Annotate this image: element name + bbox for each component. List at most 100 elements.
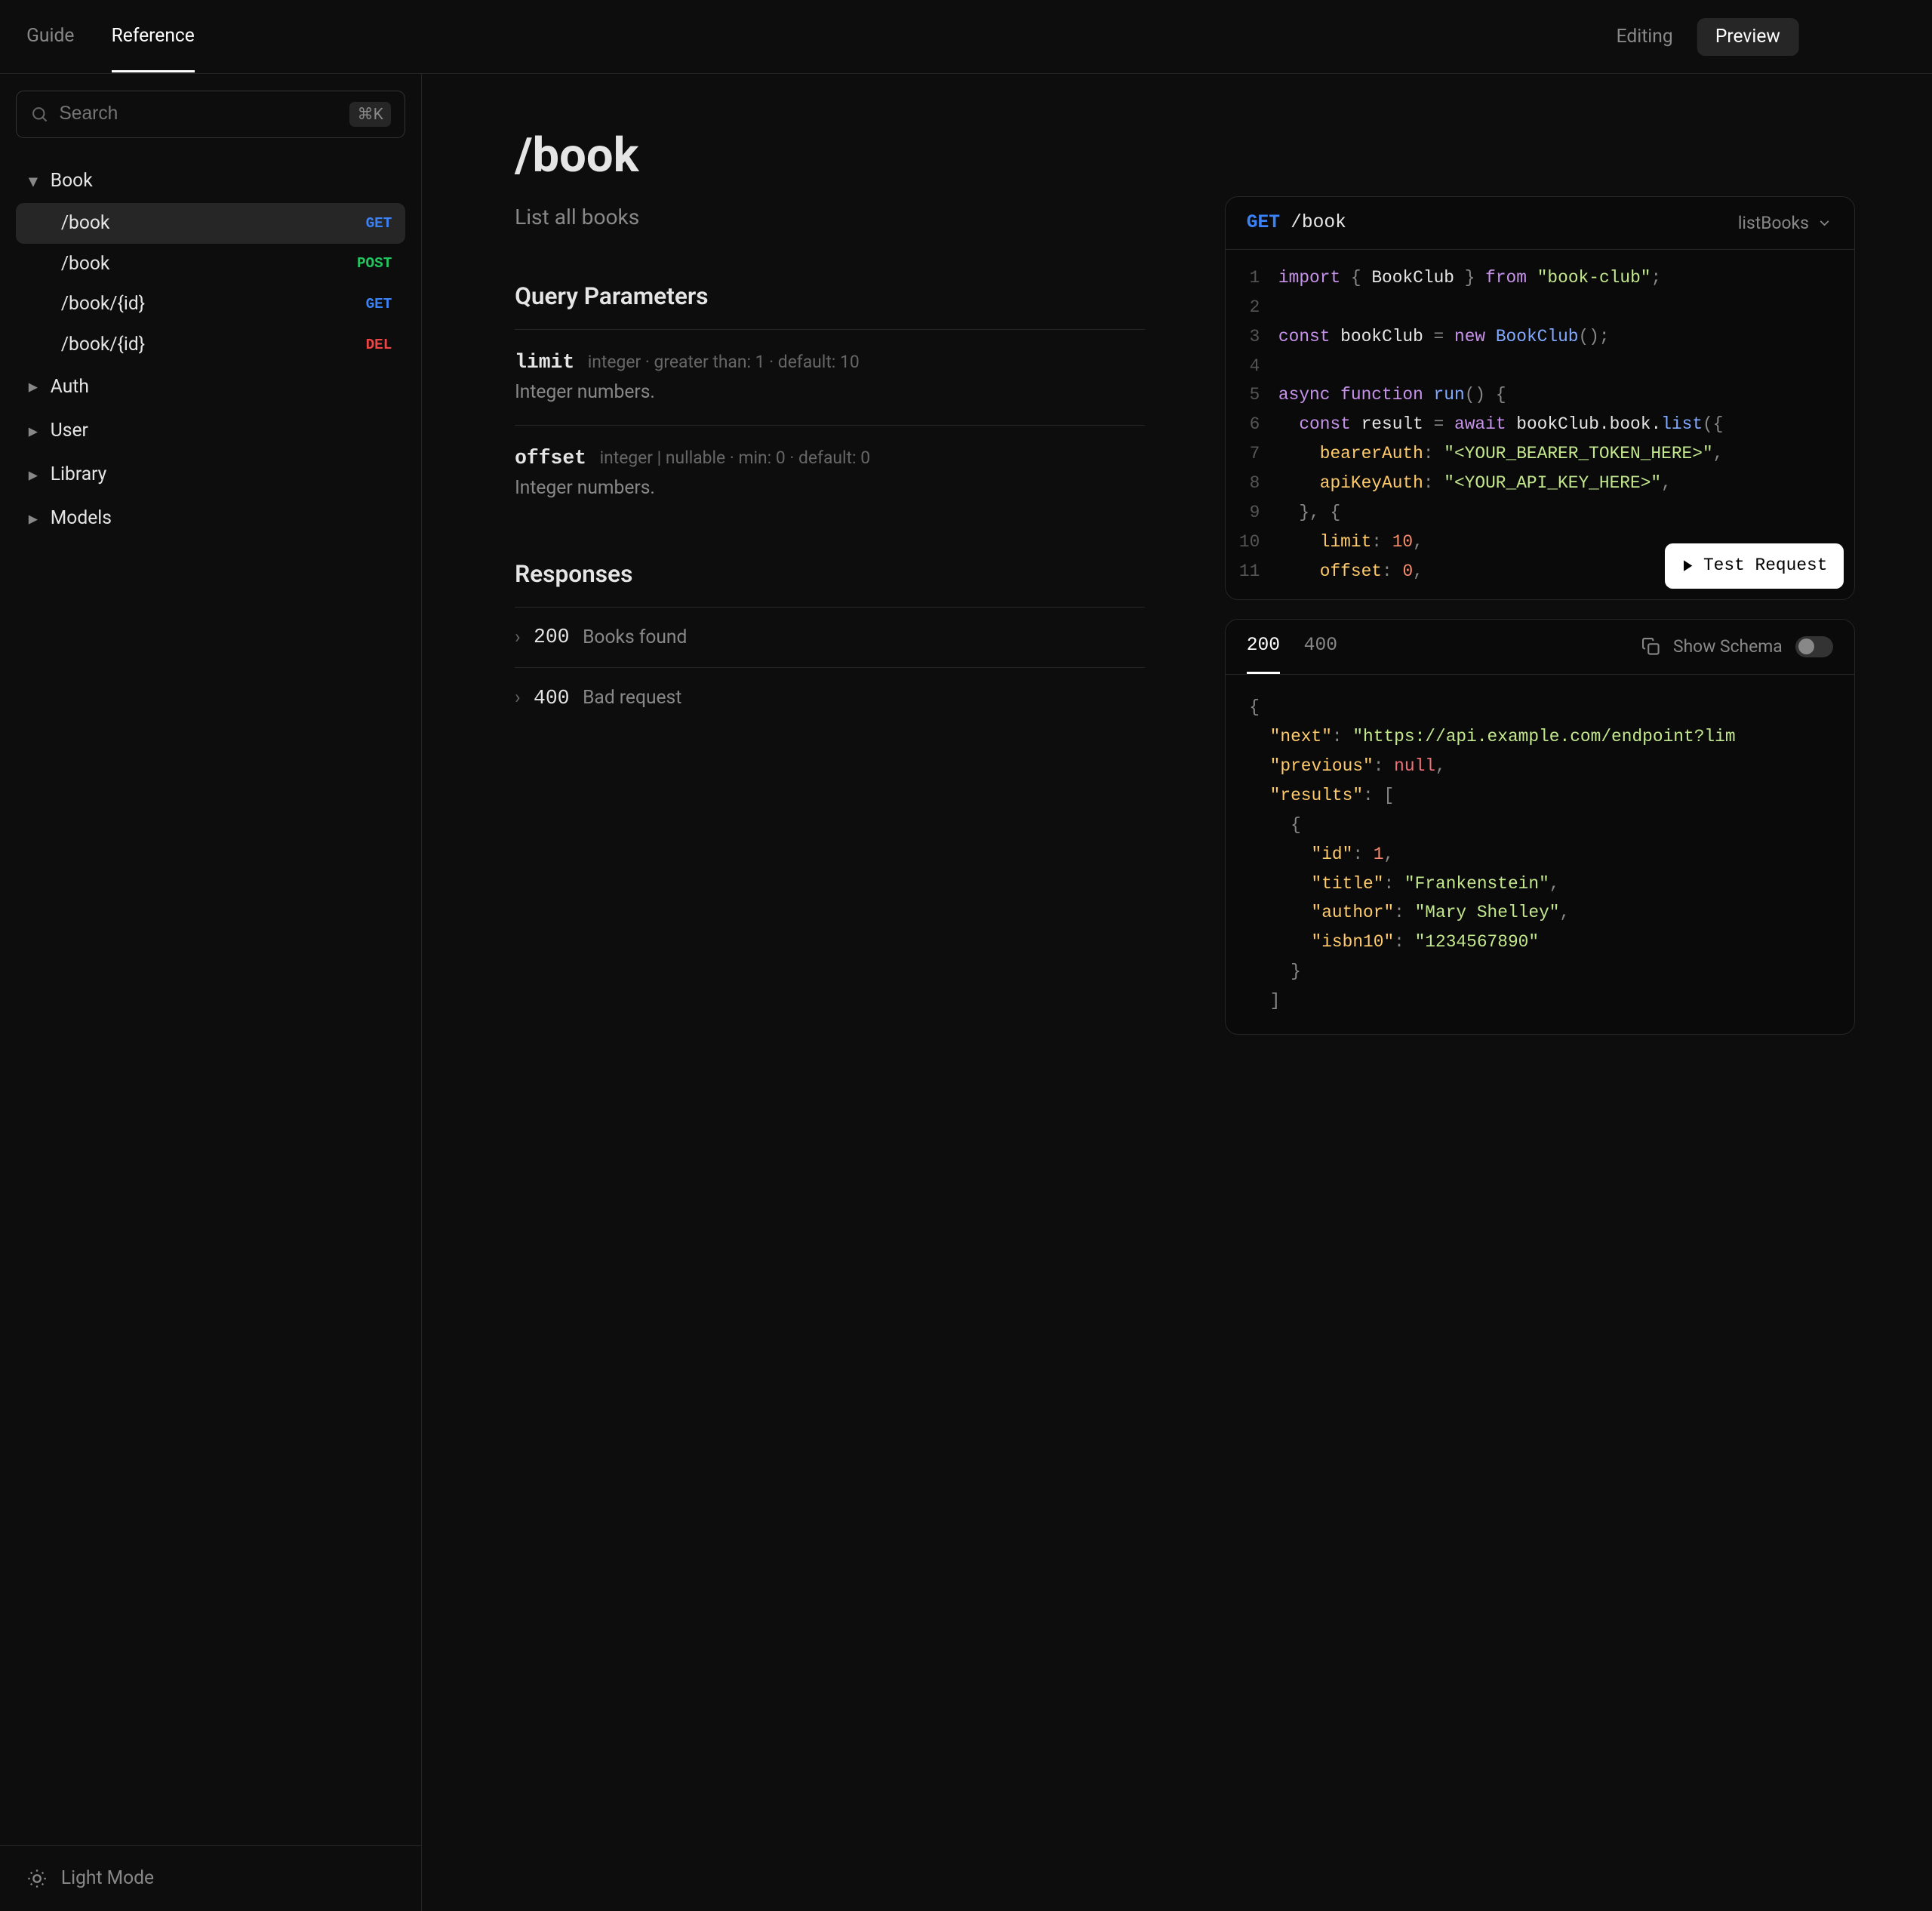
chevron-right-icon: › bbox=[515, 687, 520, 709]
nav-group-user[interactable]: ▸ User bbox=[16, 408, 405, 452]
response-tab-400[interactable]: 400 bbox=[1304, 620, 1337, 674]
method-badge: GET bbox=[366, 215, 392, 232]
nav-group-label: Models bbox=[51, 507, 112, 529]
responses-heading: Responses bbox=[515, 560, 1145, 588]
test-request-label: Test Request bbox=[1703, 551, 1828, 580]
nav-item-path: /book bbox=[61, 212, 110, 234]
nav-group-book[interactable]: ▾ Book bbox=[16, 159, 405, 203]
method-badge: POST bbox=[357, 255, 392, 272]
json-line: { bbox=[1249, 693, 1830, 722]
code-line: 1import { BookClub } from "book-club"; bbox=[1226, 263, 1854, 293]
chevron-right-icon: › bbox=[515, 626, 520, 648]
param-row: offset integer | nullable · min: 0 · defa… bbox=[515, 425, 1145, 521]
json-line: } bbox=[1249, 957, 1830, 986]
panels-column: GET /book listBooks 1import { BookClub }… bbox=[1225, 128, 1855, 1911]
response-code: 200 bbox=[534, 626, 569, 648]
nav-item-path: /book bbox=[61, 253, 110, 275]
response-row[interactable]: › 400 Bad request bbox=[515, 667, 1145, 728]
param-name: offset bbox=[515, 447, 586, 469]
mode-preview[interactable]: Preview bbox=[1697, 18, 1798, 56]
param-meta: integer · greater than: 1 · default: 10 bbox=[588, 352, 860, 372]
tab-reference[interactable]: Reference bbox=[112, 1, 195, 72]
search-box[interactable]: ⌘K bbox=[16, 91, 405, 138]
nav-item[interactable]: /book/{id} GET bbox=[16, 284, 405, 325]
json-line: ] bbox=[1249, 986, 1830, 1016]
nav-item-path: /book/{id} bbox=[61, 293, 145, 315]
page-subtitle: List all books bbox=[515, 205, 1145, 229]
chevron-down-icon bbox=[1817, 215, 1832, 231]
json-line: "author": "Mary Shelley", bbox=[1249, 898, 1830, 928]
json-line: "results": [ bbox=[1249, 781, 1830, 811]
json-line: "id": 1, bbox=[1249, 840, 1830, 869]
nav-group-label: User bbox=[51, 420, 88, 442]
param-desc: Integer numbers. bbox=[515, 477, 1145, 499]
response-row[interactable]: › 200 Books found bbox=[515, 607, 1145, 667]
json-line: "next": "https://api.example.com/endpoin… bbox=[1249, 722, 1830, 752]
play-icon bbox=[1681, 559, 1695, 573]
response-tab-200[interactable]: 200 bbox=[1247, 620, 1280, 674]
nav-group-library[interactable]: ▸ Library bbox=[16, 453, 405, 497]
json-line: "title": "Frankenstein", bbox=[1249, 869, 1830, 899]
chevron-icon: ▸ bbox=[24, 463, 43, 486]
request-path: /book bbox=[1291, 213, 1346, 233]
top-nav: Guide Reference Editing Preview bbox=[0, 0, 1932, 74]
method-badge: GET bbox=[366, 296, 392, 312]
code-line: 9 }, { bbox=[1226, 498, 1854, 528]
param-meta: integer | nullable · min: 0 · default: 0 bbox=[600, 448, 870, 468]
main-content: /book List all books Query Parameters li… bbox=[422, 74, 1932, 1910]
response-json: { "next": "https://api.example.com/endpo… bbox=[1226, 675, 1854, 1035]
sun-icon bbox=[26, 1868, 48, 1889]
sidebar: ⌘K ▾ Book/book GET/book POST/book/{id} GET/b… bbox=[0, 74, 422, 1910]
nav-group-label: Auth bbox=[51, 376, 89, 398]
test-request-button[interactable]: Test Request bbox=[1665, 543, 1844, 589]
show-schema-label: Show Schema bbox=[1673, 636, 1783, 657]
mode-switcher: Editing Preview bbox=[1598, 18, 1799, 56]
code-line: 5async function run() { bbox=[1226, 380, 1854, 410]
search-shortcut: ⌘K bbox=[349, 102, 391, 127]
param-row: limit integer · greater than: 1 · default… bbox=[515, 329, 1145, 425]
code-line: 3const bookClub = new BookClub(); bbox=[1226, 322, 1854, 352]
documentation-column: /book List all books Query Parameters li… bbox=[515, 128, 1145, 1911]
code-line: 6 const result = await bookClub.book.lis… bbox=[1226, 410, 1854, 439]
chevron-icon: ▾ bbox=[24, 170, 43, 192]
page-title: /book bbox=[515, 128, 1145, 183]
nav-item[interactable]: /book/{id}DEL bbox=[16, 325, 405, 365]
nav-item[interactable]: /book POST bbox=[16, 244, 405, 285]
search-icon bbox=[30, 105, 49, 124]
theme-toggle-label: Light Mode bbox=[61, 1867, 154, 1889]
copy-icon[interactable] bbox=[1641, 637, 1660, 656]
code-sample: 1import { BookClub } from "book-club";23… bbox=[1226, 250, 1854, 599]
nav-group-models[interactable]: ▸ Models bbox=[16, 497, 405, 540]
nav-group-label: Library bbox=[51, 463, 107, 485]
request-panel: GET /book listBooks 1import { BookClub }… bbox=[1225, 196, 1855, 600]
response-label: Books found bbox=[583, 626, 687, 648]
show-schema-toggle[interactable] bbox=[1795, 636, 1832, 657]
chevron-icon: ▸ bbox=[24, 507, 43, 530]
chevron-icon: ▸ bbox=[24, 375, 43, 398]
theme-toggle[interactable]: Light Mode bbox=[0, 1845, 421, 1910]
response-panel: 200 400 Show Schema { "next": "https://ap… bbox=[1225, 619, 1855, 1036]
operation-dropdown[interactable]: listBooks bbox=[1738, 213, 1833, 233]
code-line: 8 apiKeyAuth: "<YOUR_API_KEY_HERE>", bbox=[1226, 469, 1854, 498]
json-line: "previous": null, bbox=[1249, 752, 1830, 781]
code-line: 2 bbox=[1226, 293, 1854, 322]
code-line: 7 bearerAuth: "<YOUR_BEARER_TOKEN_HERE>"… bbox=[1226, 439, 1854, 469]
code-line: 4 bbox=[1226, 352, 1854, 381]
json-line: "isbn10": "1234567890" bbox=[1249, 928, 1830, 957]
param-name: limit bbox=[515, 351, 574, 374]
request-method: GET bbox=[1247, 213, 1280, 233]
nav-group-label: Book bbox=[51, 170, 93, 192]
tab-guide[interactable]: Guide bbox=[26, 1, 74, 72]
chevron-icon: ▸ bbox=[24, 420, 43, 442]
response-code: 400 bbox=[534, 687, 569, 709]
params-heading: Query Parameters bbox=[515, 282, 1145, 310]
nav-item[interactable]: /book GET bbox=[16, 203, 405, 244]
response-label: Bad request bbox=[583, 687, 681, 709]
top-nav-tabs: Guide Reference bbox=[26, 1, 195, 72]
nav-group-auth[interactable]: ▸ Auth bbox=[16, 365, 405, 408]
nav-tree: ▾ Book/book GET/book POST/book/{id} GET/book… bbox=[0, 154, 421, 1845]
json-line: { bbox=[1249, 811, 1830, 840]
mode-editing[interactable]: Editing bbox=[1598, 18, 1691, 56]
method-badge: DEL bbox=[366, 337, 392, 353]
search-input[interactable] bbox=[59, 103, 339, 125]
